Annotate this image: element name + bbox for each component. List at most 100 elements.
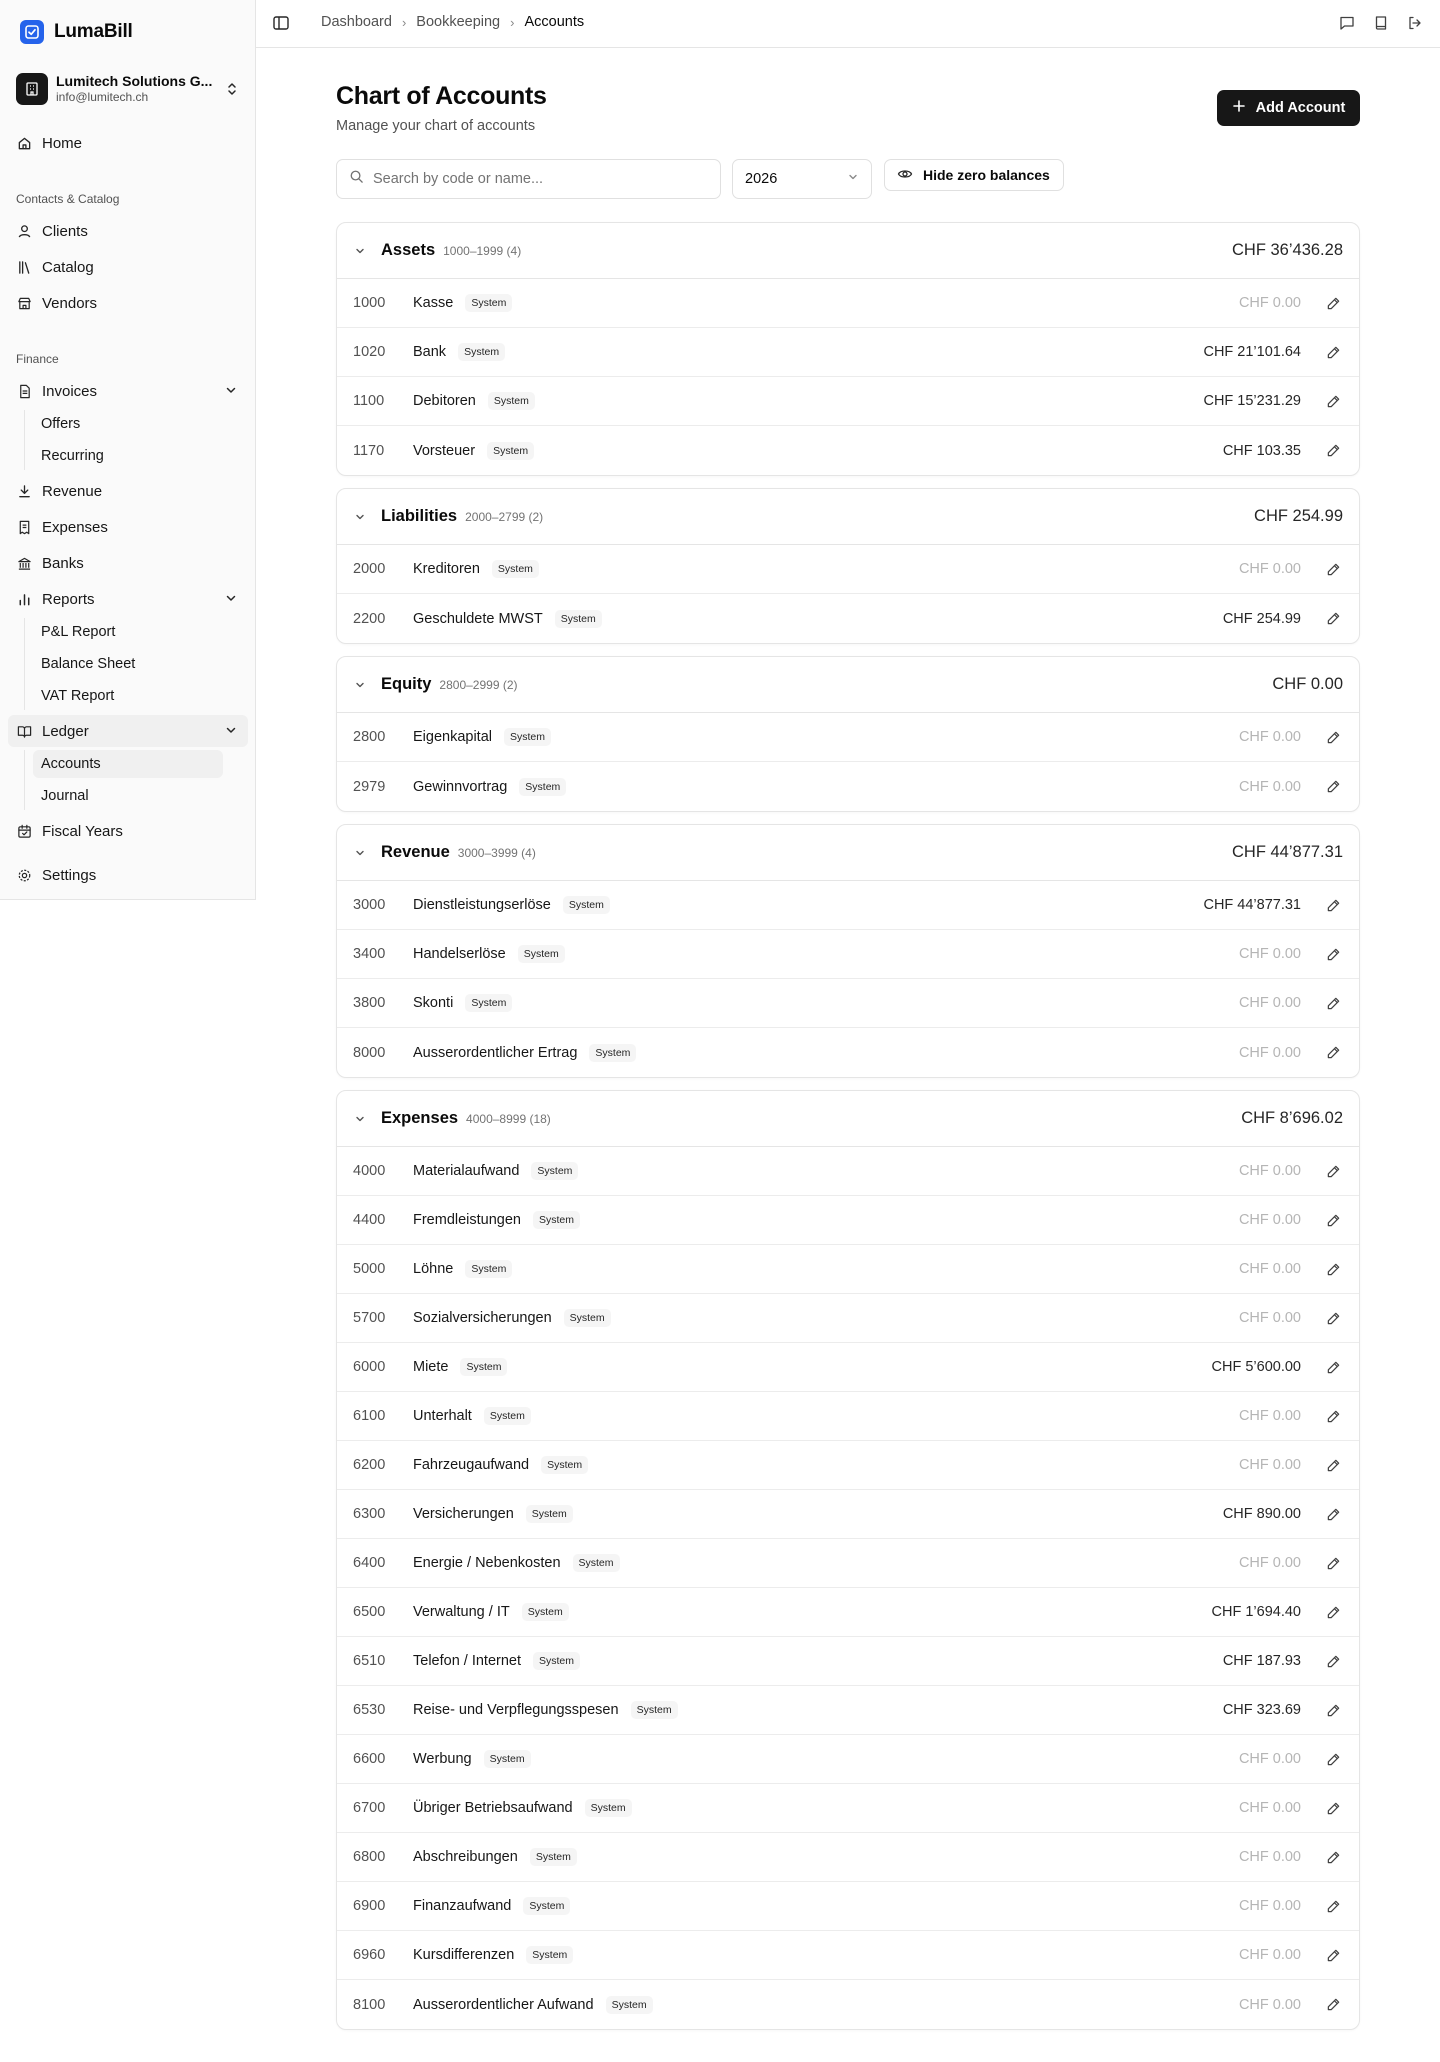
- account-row[interactable]: 5000 Löhne System CHF 0.00: [337, 1245, 1359, 1294]
- chevron-down-icon[interactable]: [353, 244, 367, 258]
- nav-home[interactable]: Home: [8, 127, 248, 159]
- pencil-icon[interactable]: [1323, 1602, 1343, 1622]
- chevron-down-icon[interactable]: [353, 846, 367, 860]
- account-row[interactable]: 5700 Sozialversicherungen System CHF 0.0…: [337, 1294, 1359, 1343]
- nav-pl-report[interactable]: P&L Report: [33, 618, 223, 646]
- nav-invoices[interactable]: Invoices: [8, 375, 248, 407]
- account-row[interactable]: 6900 Finanzaufwand System CHF 0.00: [337, 1882, 1359, 1931]
- pencil-icon[interactable]: [1323, 993, 1343, 1013]
- pencil-icon[interactable]: [1323, 441, 1343, 461]
- pencil-icon[interactable]: [1323, 1749, 1343, 1769]
- pencil-icon[interactable]: [1323, 1210, 1343, 1230]
- pencil-icon[interactable]: [1323, 1406, 1343, 1426]
- account-row[interactable]: 8000 Ausserordentlicher Ertrag System CH…: [337, 1028, 1359, 1077]
- nav-catalog[interactable]: Catalog: [8, 251, 248, 283]
- account-row[interactable]: 6960 Kursdifferenzen System CHF 0.00: [337, 1931, 1359, 1980]
- account-row[interactable]: 2200 Geschuldete MWST System CHF 254.99: [337, 594, 1359, 643]
- breadcrumb-dashboard[interactable]: Dashboard: [321, 14, 392, 30]
- account-row[interactable]: 2800 Eigenkapital System CHF 0.00: [337, 713, 1359, 762]
- pencil-icon[interactable]: [1323, 293, 1343, 313]
- nav-offers[interactable]: Offers: [33, 410, 223, 438]
- pencil-icon[interactable]: [1323, 1357, 1343, 1377]
- account-row[interactable]: 2000 Kreditoren System CHF 0.00: [337, 545, 1359, 594]
- account-row[interactable]: 8100 Ausserordentlicher Aufwand System C…: [337, 1980, 1359, 2029]
- account-row[interactable]: 1020 Bank System CHF 21’101.64: [337, 328, 1359, 377]
- book-icon[interactable]: [1372, 14, 1390, 32]
- nav-recurring[interactable]: Recurring: [33, 442, 223, 470]
- pencil-icon[interactable]: [1323, 944, 1343, 964]
- account-row[interactable]: 6000 Miete System CHF 5’600.00: [337, 1343, 1359, 1392]
- account-row[interactable]: 6800 Abschreibungen System CHF 0.00: [337, 1833, 1359, 1882]
- account-row[interactable]: 6700 Übriger Betriebsaufwand System CHF …: [337, 1784, 1359, 1833]
- nav-revenue[interactable]: Revenue: [8, 475, 248, 507]
- chevron-down-icon[interactable]: [353, 510, 367, 524]
- year-select[interactable]: 2026: [732, 159, 872, 199]
- pencil-icon[interactable]: [1323, 895, 1343, 915]
- pencil-icon[interactable]: [1323, 1504, 1343, 1524]
- pencil-icon[interactable]: [1323, 1553, 1343, 1573]
- nav-journal[interactable]: Journal: [33, 782, 223, 810]
- group-header[interactable]: Assets 1000–1999 (4) CHF 36’436.28: [337, 223, 1359, 279]
- account-row[interactable]: 2979 Gewinnvortrag System CHF 0.00: [337, 762, 1359, 811]
- hide-zero-balances-button[interactable]: Hide zero balances: [884, 159, 1064, 191]
- nav-ledger[interactable]: Ledger: [8, 715, 248, 747]
- account-row[interactable]: 3400 Handelserlöse System CHF 0.00: [337, 930, 1359, 979]
- chevron-down-icon[interactable]: [353, 678, 367, 692]
- pencil-icon[interactable]: [1323, 391, 1343, 411]
- pencil-icon[interactable]: [1323, 559, 1343, 579]
- group-header[interactable]: Expenses 4000–8999 (18) CHF 8’696.02: [337, 1091, 1359, 1147]
- account-row[interactable]: 1100 Debitoren System CHF 15’231.29: [337, 377, 1359, 426]
- group-header[interactable]: Revenue 3000–3999 (4) CHF 44’877.31: [337, 825, 1359, 881]
- pencil-icon[interactable]: [1323, 1308, 1343, 1328]
- org-switcher[interactable]: Lumitech Solutions G... info@lumitech.ch: [16, 70, 240, 108]
- account-row[interactable]: 6400 Energie / Nebenkosten System CHF 0.…: [337, 1539, 1359, 1588]
- nav-settings[interactable]: Settings: [8, 859, 248, 891]
- pencil-icon[interactable]: [1323, 1995, 1343, 2015]
- log-out-icon[interactable]: [1406, 14, 1424, 32]
- add-account-button[interactable]: Add Account: [1217, 90, 1360, 126]
- breadcrumb-bookkeeping[interactable]: Bookkeeping: [416, 14, 500, 30]
- chevron-down-icon[interactable]: [353, 1112, 367, 1126]
- pencil-icon[interactable]: [1323, 1651, 1343, 1671]
- account-row[interactable]: 6600 Werbung System CHF 0.00: [337, 1735, 1359, 1784]
- pencil-icon[interactable]: [1323, 1700, 1343, 1720]
- account-row[interactable]: 1170 Vorsteuer System CHF 103.35: [337, 426, 1359, 475]
- account-row[interactable]: 6510 Telefon / Internet System CHF 187.9…: [337, 1637, 1359, 1686]
- pencil-icon[interactable]: [1323, 342, 1343, 362]
- message-square-icon[interactable]: [1338, 14, 1356, 32]
- nav-balance-sheet[interactable]: Balance Sheet: [33, 650, 223, 678]
- pencil-icon[interactable]: [1323, 1896, 1343, 1916]
- pencil-icon[interactable]: [1323, 1455, 1343, 1475]
- pencil-icon[interactable]: [1323, 1259, 1343, 1279]
- account-row[interactable]: 6530 Reise- und Verpflegungsspesen Syste…: [337, 1686, 1359, 1735]
- nav-accounts[interactable]: Accounts: [33, 750, 223, 778]
- pencil-icon[interactable]: [1323, 777, 1343, 797]
- brand[interactable]: LumaBill: [20, 18, 133, 46]
- pencil-icon[interactable]: [1323, 1945, 1343, 1965]
- group-header[interactable]: Equity 2800–2999 (2) CHF 0.00: [337, 657, 1359, 713]
- pencil-icon[interactable]: [1323, 1161, 1343, 1181]
- account-row[interactable]: 6500 Verwaltung / IT System CHF 1’694.40: [337, 1588, 1359, 1637]
- account-row[interactable]: 4000 Materialaufwand System CHF 0.00: [337, 1147, 1359, 1196]
- account-row[interactable]: 4400 Fremdleistungen System CHF 0.00: [337, 1196, 1359, 1245]
- nav-vendors[interactable]: Vendors: [8, 287, 248, 319]
- nav-reports[interactable]: Reports: [8, 583, 248, 615]
- account-row[interactable]: 6300 Versicherungen System CHF 890.00: [337, 1490, 1359, 1539]
- account-row[interactable]: 1000 Kasse System CHF 0.00: [337, 279, 1359, 328]
- account-row[interactable]: 6200 Fahrzeugaufwand System CHF 0.00: [337, 1441, 1359, 1490]
- pencil-icon[interactable]: [1323, 1798, 1343, 1818]
- pencil-icon[interactable]: [1323, 1043, 1343, 1063]
- pencil-icon[interactable]: [1323, 727, 1343, 747]
- search-field[interactable]: [336, 159, 721, 199]
- pencil-icon[interactable]: [1323, 609, 1343, 629]
- account-row[interactable]: 3000 Dienstleistungserlöse System CHF 44…: [337, 881, 1359, 930]
- account-row[interactable]: 6100 Unterhalt System CHF 0.00: [337, 1392, 1359, 1441]
- group-header[interactable]: Liabilities 2000–2799 (2) CHF 254.99: [337, 489, 1359, 545]
- sidebar-toggle-icon[interactable]: [272, 14, 292, 34]
- search-input[interactable]: [373, 171, 693, 187]
- nav-clients[interactable]: Clients: [8, 215, 248, 247]
- nav-expenses[interactable]: Expenses: [8, 511, 248, 543]
- nav-banks[interactable]: Banks: [8, 547, 248, 579]
- nav-fiscal-years[interactable]: Fiscal Years: [8, 815, 248, 847]
- account-row[interactable]: 3800 Skonti System CHF 0.00: [337, 979, 1359, 1028]
